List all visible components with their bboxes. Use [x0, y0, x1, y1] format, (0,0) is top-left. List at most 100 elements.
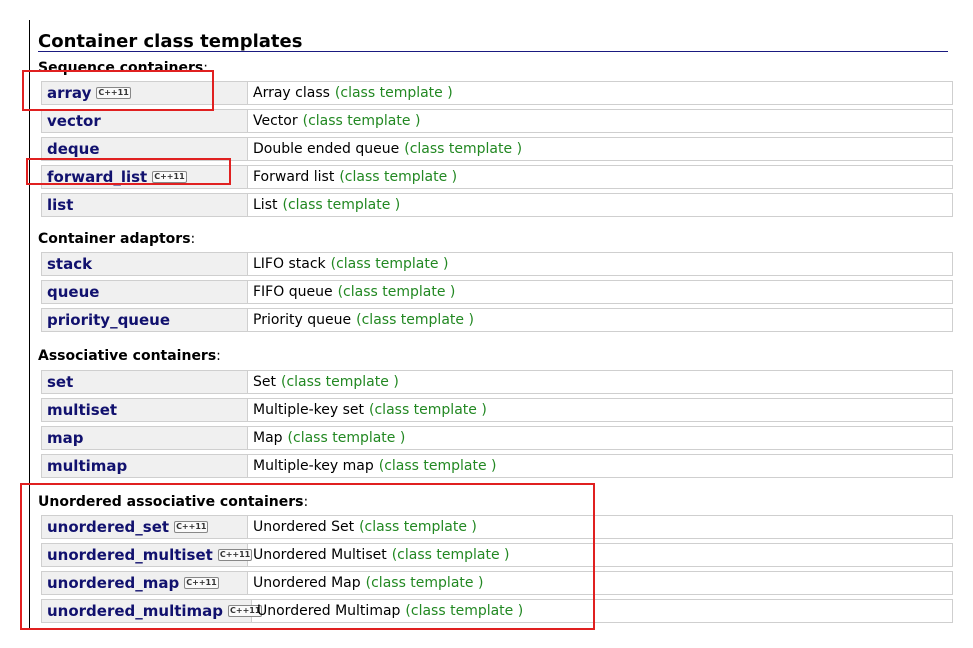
desc-cell: Forward list (class template ) — [248, 166, 952, 188]
cpp11-badge-icon: C++11 — [184, 577, 219, 589]
desc-cell: Set (class template ) — [248, 371, 952, 393]
cpp11-badge-icon: C++11 — [96, 87, 131, 99]
link-multiset[interactable]: multiset — [47, 401, 117, 419]
kind-label: (class template ) — [339, 169, 458, 185]
description: Multiple-key map — [253, 458, 374, 474]
sequence-containers-table: array C++11 Array class (class template ) … — [41, 81, 953, 221]
cpp11-badge-icon: C++11 — [174, 521, 209, 533]
unordered-containers-table: unordered_set C++11 Unordered Set (class t… — [41, 515, 953, 627]
link-unordered-multimap[interactable]: unordered_multimap — [47, 602, 223, 620]
description: Array class — [253, 85, 330, 101]
name-cell: multiset — [42, 399, 248, 421]
name-cell: deque — [42, 138, 248, 160]
table-row: priority_queue Priority queue (class temp… — [41, 308, 953, 332]
description: FIFO queue — [253, 284, 333, 300]
link-map[interactable]: map — [47, 429, 84, 447]
description: Unordered Set — [253, 519, 355, 535]
name-cell: unordered_multimap C++11 — [42, 600, 263, 622]
description: Unordered Multimap — [257, 603, 401, 619]
link-unordered-map[interactable]: unordered_map — [47, 574, 179, 592]
description: Vector — [253, 113, 298, 129]
cpp11-badge-icon: C++11 — [152, 171, 187, 183]
description: Map — [253, 430, 283, 446]
link-unordered-set[interactable]: unordered_set — [47, 518, 169, 536]
group-label-adaptors: Container adaptors: — [38, 231, 196, 247]
link-multimap[interactable]: multimap — [47, 457, 127, 475]
kind-label: (class template ) — [378, 458, 497, 474]
kind-label: (class template ) — [365, 575, 484, 591]
table-row: array C++11 Array class (class template ) — [41, 81, 953, 105]
container-adaptors-table: stack LIFO stack (class template ) queue … — [41, 252, 953, 336]
desc-cell: Unordered Map (class template ) — [248, 572, 952, 594]
description: Set — [253, 374, 276, 390]
name-cell: queue — [42, 281, 248, 303]
table-row: multiset Multiple-key set (class template… — [41, 398, 953, 422]
name-cell: array C++11 — [42, 82, 248, 104]
name-cell: set — [42, 371, 248, 393]
desc-cell: Priority queue (class template ) — [248, 309, 952, 331]
kind-label: (class template ) — [302, 113, 421, 129]
name-cell: unordered_set C++11 — [42, 516, 248, 538]
kind-label: (class template ) — [282, 197, 401, 213]
kind-label: (class template ) — [287, 430, 406, 446]
table-row: unordered_multimap C++11 Unordered Multim… — [41, 599, 953, 623]
table-row: forward_list C++11 Forward list (class tem… — [41, 165, 953, 189]
table-row: list List (class template ) — [41, 193, 953, 217]
title-underline — [38, 51, 948, 52]
link-deque[interactable]: deque — [47, 140, 100, 158]
description: Double ended queue — [253, 141, 400, 157]
kind-label: (class template ) — [281, 374, 399, 390]
desc-cell: Unordered Multiset (class template ) — [248, 544, 952, 566]
name-cell: forward_list C++11 — [42, 166, 248, 188]
description: Multiple-key set — [253, 402, 365, 418]
group-label-sequence: Sequence containers: — [38, 60, 208, 76]
associative-containers-table: set Set (class template ) multiset Multip… — [41, 370, 953, 482]
link-array[interactable]: array — [47, 84, 91, 102]
desc-cell: Array class (class template ) — [248, 82, 952, 104]
name-cell: priority_queue — [42, 309, 248, 331]
link-stack[interactable]: stack — [47, 255, 92, 273]
table-row: multimap Multiple-key map (class template… — [41, 454, 953, 478]
group-label-text: Container adaptors — [38, 231, 191, 247]
name-cell: list — [42, 194, 248, 216]
description: Forward list — [253, 169, 335, 185]
link-vector[interactable]: vector — [47, 112, 101, 130]
desc-cell: Map (class template ) — [248, 427, 952, 449]
desc-cell: Unordered Set (class template ) — [248, 516, 952, 538]
description: Unordered Multiset — [253, 547, 387, 563]
link-set[interactable]: set — [47, 373, 73, 391]
link-priority-queue[interactable]: priority_queue — [47, 311, 170, 329]
name-cell: stack — [42, 253, 248, 275]
kind-label: (class template ) — [391, 547, 510, 563]
table-row: map Map (class template ) — [41, 426, 953, 450]
desc-cell: LIFO stack (class template ) — [248, 253, 952, 275]
description: List — [253, 197, 278, 213]
group-label-unordered: Unordered associative containers: — [38, 494, 309, 510]
link-list[interactable]: list — [47, 196, 73, 214]
desc-cell: List (class template ) — [248, 194, 952, 216]
link-forward-list[interactable]: forward_list — [47, 168, 147, 186]
kind-label: (class template ) — [330, 256, 449, 272]
table-row: stack LIFO stack (class template ) — [41, 252, 953, 276]
name-cell: map — [42, 427, 248, 449]
desc-cell: Multiple-key set (class template ) — [248, 399, 952, 421]
table-row: unordered_multiset C++11 Unordered Multis… — [41, 543, 953, 567]
kind-label: (class template ) — [334, 85, 453, 101]
table-row: vector Vector (class template ) — [41, 109, 953, 133]
group-label-text: Sequence containers — [38, 60, 204, 76]
kind-label: (class template ) — [356, 312, 474, 328]
link-unordered-multiset[interactable]: unordered_multiset — [47, 546, 213, 564]
group-label-text: Associative containers — [38, 348, 217, 364]
desc-cell: Double ended queue (class template ) — [248, 138, 952, 160]
name-cell: vector — [42, 110, 248, 132]
desc-cell: FIFO queue (class template ) — [248, 281, 952, 303]
name-cell: unordered_map C++11 — [42, 572, 248, 594]
description: Priority queue — [253, 312, 352, 328]
kind-label: (class template ) — [337, 284, 456, 300]
table-row: set Set (class template ) — [41, 370, 953, 394]
group-label-associative: Associative containers: — [38, 348, 221, 364]
desc-cell: Vector (class template ) — [248, 110, 952, 132]
group-label-text: Unordered associative containers — [38, 494, 304, 510]
table-row: unordered_map C++11 Unordered Map (class t… — [41, 571, 953, 595]
link-queue[interactable]: queue — [47, 283, 99, 301]
